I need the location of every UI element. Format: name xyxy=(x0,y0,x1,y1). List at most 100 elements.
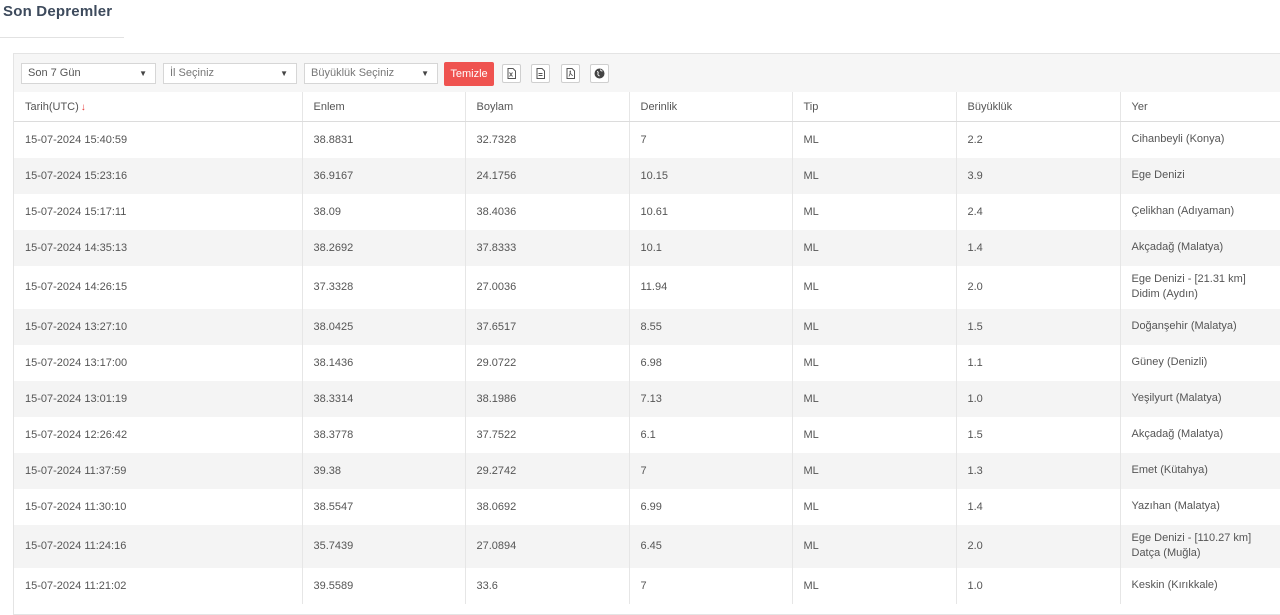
period-select-value: Son 7 Gün xyxy=(28,67,81,79)
cell-date: 15-07-2024 12:26:42 xyxy=(25,428,128,441)
cell-location: Yeşilyurt (Malatya) xyxy=(1119,380,1280,417)
cell-type: ML xyxy=(791,380,956,417)
cell-location: Cihanbeyli (Konya) xyxy=(1119,121,1280,158)
table-row[interactable]: 15-07-2024 15:23:16 36.9167 24.1756 10.15 ML… xyxy=(14,157,1280,194)
filter-toolbar: Son 7 Gün ▼ İl Seçiniz ▼ Büyüklük Seçini… xyxy=(14,54,1280,93)
cell-magnitude: 2.0 xyxy=(955,265,1120,309)
table-row[interactable]: 15-07-2024 11:30:10 38.5547 38.0692 6.99 ML 1… xyxy=(14,488,1280,525)
cell-type: ML xyxy=(791,229,956,266)
globe-icon xyxy=(594,68,605,79)
cell-magnitude: 1.0 xyxy=(955,380,1120,417)
province-select[interactable]: İl Seçiniz ▼ xyxy=(163,63,297,84)
export-csv-button[interactable] xyxy=(531,64,550,83)
cell-type: ML xyxy=(791,567,956,604)
column-header-type[interactable]: Tip xyxy=(791,92,956,122)
cell-longitude: 37.6517 xyxy=(464,308,629,345)
column-header-longitude[interactable]: Boylam xyxy=(464,92,629,122)
cell-latitude: 36.9167 xyxy=(301,157,465,194)
table-row[interactable]: 15-07-2024 14:26:15 37.3328 27.0036 11.94 ML… xyxy=(14,265,1280,309)
cell-type: ML xyxy=(791,452,956,489)
cell-type: ML xyxy=(791,524,956,568)
cell-magnitude: 1.1 xyxy=(955,344,1120,381)
table-row[interactable]: 15-07-2024 13:17:00 38.1436 29.0722 6.98 ML 1… xyxy=(14,344,1280,381)
cell-date: 15-07-2024 11:37:59 xyxy=(14,452,302,489)
table-row[interactable]: 15-07-2024 13:01:19 38.3314 38.1986 7.13 ML 1… xyxy=(14,380,1280,417)
column-header-date[interactable]: Tarih(UTC) ↓ xyxy=(14,92,302,122)
table-row[interactable]: 15-07-2024 11:37:59 39.38 29.2742 7 ML 1.3 Eme… xyxy=(14,452,1280,489)
cell-longitude: 29.2742 xyxy=(464,452,629,489)
cell-longitude: 32.7328 xyxy=(464,121,629,158)
cell-longitude: 37.7522 xyxy=(464,416,629,453)
period-select[interactable]: Son 7 Gün ▼ xyxy=(21,63,156,84)
cell-date: 15-07-2024 15:40:59 xyxy=(25,133,128,146)
cell-date: 15-07-2024 13:27:10 xyxy=(14,308,302,345)
column-header-latitude[interactable]: Enlem xyxy=(301,92,465,122)
sort-desc-icon: ↓ xyxy=(80,101,86,113)
cell-date: 15-07-2024 15:23:16 xyxy=(14,157,302,194)
cell-longitude: 38.4036 xyxy=(464,193,629,230)
cell-date: 15-07-2024 13:17:00 xyxy=(25,356,128,369)
column-header-magnitude[interactable]: Büyüklük xyxy=(955,92,1120,122)
cell-depth: 10.61 xyxy=(628,193,792,230)
cell-date: 15-07-2024 11:24:16 xyxy=(14,524,302,568)
cell-magnitude: 1.4 xyxy=(955,488,1120,525)
page-title: Son Depremler xyxy=(3,3,113,20)
map-view-button[interactable] xyxy=(590,64,609,83)
cell-depth: 6.98 xyxy=(628,344,792,381)
table-row[interactable]: 15-07-2024 11:24:16 35.7439 27.0894 6.45 ML 2… xyxy=(14,524,1280,568)
cell-type: ML xyxy=(791,193,956,230)
cell-date: 15-07-2024 15:17:11 xyxy=(25,205,127,218)
cell-magnitude: 1.4 xyxy=(955,229,1120,266)
table-row[interactable]: 15-07-2024 14:35:13 38.2692 37.8333 10.1 ML 1… xyxy=(14,229,1280,266)
chevron-down-icon: ▼ xyxy=(421,69,429,78)
cell-type: ML xyxy=(791,416,956,453)
cell-depth: 6.45 xyxy=(628,524,792,568)
column-header-location[interactable]: Yer xyxy=(1119,92,1280,122)
pdf-icon xyxy=(566,68,575,79)
magnitude-select[interactable]: Büyüklük Seçiniz ▼ xyxy=(304,63,438,84)
table-row[interactable]: 15-07-2024 15:17:11 38.09 38.4036 10.61 ML 2.… xyxy=(14,193,1280,230)
export-excel-button[interactable] xyxy=(502,64,521,83)
cell-longitude: 29.0722 xyxy=(464,344,629,381)
cell-depth: 6.1 xyxy=(628,416,792,453)
cell-depth: 8.55 xyxy=(628,308,792,345)
cell-location: Doğanşehir (Malatya) xyxy=(1119,308,1280,345)
table-row[interactable]: 15-07-2024 12:26:42 38.3778 37.7522 6.1 ML 1.… xyxy=(14,416,1280,453)
cell-type: ML xyxy=(791,308,956,345)
table-row[interactable]: 15-07-2024 13:27:10 38.0425 37.6517 8.55 ML 1… xyxy=(14,308,1280,345)
cell-longitude: 37.8333 xyxy=(464,229,629,266)
csv-icon xyxy=(536,68,545,79)
cell-longitude: 27.0894 xyxy=(464,524,629,568)
table-row[interactable]: 15-07-2024 11:21:02 39.5589 33.6 7 ML 1.0 Kesk… xyxy=(14,567,1280,604)
title-divider xyxy=(0,37,124,38)
cell-latitude: 35.7439 xyxy=(301,524,465,568)
cell-longitude: 38.0692 xyxy=(464,488,629,525)
magnitude-select-value: Büyüklük Seçiniz xyxy=(311,67,395,79)
export-pdf-button[interactable] xyxy=(561,64,580,83)
cell-date: 15-07-2024 14:35:13 xyxy=(14,229,302,266)
cell-latitude: 38.8831 xyxy=(301,121,465,158)
cell-date: 15-07-2024 13:01:19 xyxy=(14,380,302,417)
cell-depth: 7 xyxy=(628,452,792,489)
cell-location: Akçadağ (Malatya) xyxy=(1119,229,1280,266)
cell-depth: 7.13 xyxy=(628,380,792,417)
table-row[interactable]: 15-07-2024 15:40:59 38.8831 32.7328 7 ML 2.2 C… xyxy=(14,121,1280,158)
clear-filters-button[interactable]: Temizle xyxy=(444,62,494,86)
column-header-depth[interactable]: Derinlik xyxy=(628,92,792,122)
cell-latitude: 38.2692 xyxy=(301,229,465,266)
cell-type: ML xyxy=(791,344,956,381)
cell-magnitude: 2.0 xyxy=(955,524,1120,568)
cell-latitude: 37.3328 xyxy=(301,265,465,309)
cell-location: Ege Denizi - [21.31 km] Didim (Aydın) xyxy=(1119,265,1280,309)
province-select-value: İl Seçiniz xyxy=(170,67,215,79)
excel-icon xyxy=(507,68,516,79)
cell-latitude: 39.38 xyxy=(301,452,465,489)
cell-magnitude: 2.4 xyxy=(955,193,1120,230)
cell-location: Emet (Kütahya) xyxy=(1119,452,1280,489)
cell-magnitude: 1.0 xyxy=(955,567,1120,604)
cell-depth: 11.94 xyxy=(628,265,792,309)
cell-latitude: 38.3778 xyxy=(301,416,465,453)
cell-date: 15-07-2024 14:26:15 xyxy=(25,281,128,293)
cell-depth: 7 xyxy=(628,121,792,158)
table-header-row: Tarih(UTC) ↓ Enlem Boylam Derinlik Tip Bü… xyxy=(14,92,1280,122)
